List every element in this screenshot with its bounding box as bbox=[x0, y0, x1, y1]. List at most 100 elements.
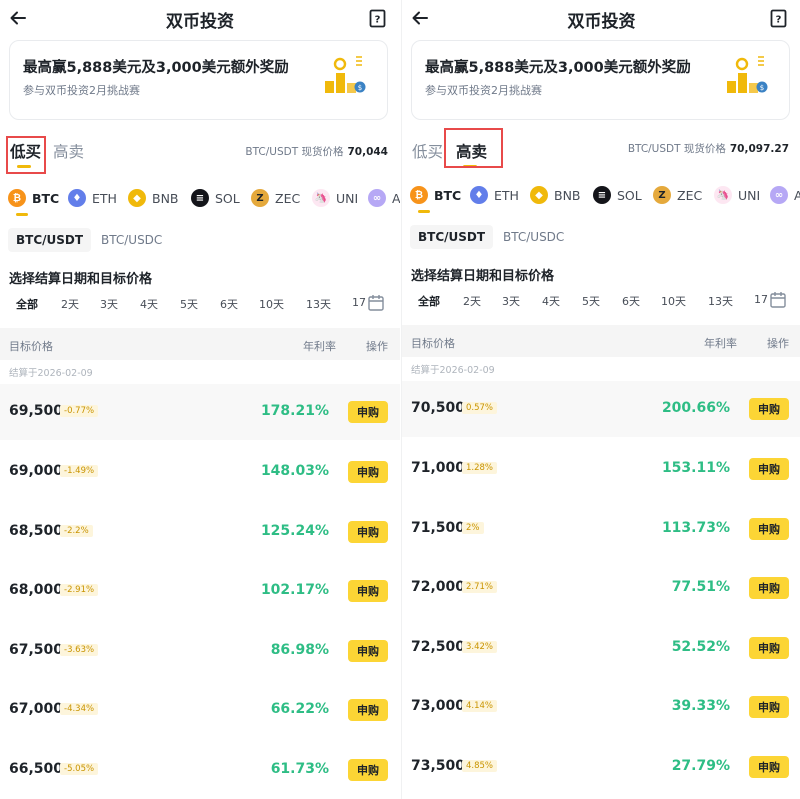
subscribe-button[interactable]: 申购 bbox=[749, 518, 789, 540]
day-filter-17[interactable]: 17 bbox=[352, 296, 366, 309]
coin-uni[interactable]: 🦄 UNI bbox=[312, 186, 358, 210]
day-filter-3[interactable]: 3天 bbox=[502, 293, 520, 309]
subscribe-button[interactable]: 申购 bbox=[749, 637, 789, 659]
day-filter-6[interactable]: 6天 bbox=[220, 296, 238, 312]
table-row[interactable]: 71,500 2% 113.73% 申购 bbox=[402, 501, 800, 557]
coin-sol[interactable]: ≡ SOL bbox=[593, 183, 642, 207]
day-filter-2[interactable]: 2天 bbox=[61, 296, 79, 312]
subscribe-button[interactable]: 申购 bbox=[749, 398, 789, 420]
coin-label: ETH bbox=[92, 190, 117, 206]
price-diff-badge: 4.14% bbox=[462, 700, 498, 712]
coin-a[interactable]: ∞A bbox=[368, 186, 400, 210]
spot-price: BTC/USDT 现货价格 70,044 bbox=[245, 144, 388, 159]
pair-btc-usdc[interactable]: BTC/USDC bbox=[495, 225, 572, 249]
subscribe-button[interactable]: 申购 bbox=[348, 580, 388, 602]
coin-eth[interactable]: ♦ ETH bbox=[470, 183, 519, 207]
apr-value: 125.24% bbox=[260, 523, 329, 539]
col-action: 操作 bbox=[767, 337, 789, 350]
target-price: 70,500 bbox=[411, 400, 466, 416]
table-row[interactable]: 67,500 -3.63% 86.98% 申购 bbox=[0, 623, 400, 679]
uni-icon: 🦄 bbox=[714, 186, 732, 204]
day-filter-all[interactable]: 全部 bbox=[16, 296, 38, 312]
spot-price-label: BTC/USDT 现货价格 bbox=[245, 146, 344, 158]
price-diff-badge: -5.05% bbox=[60, 763, 99, 775]
coin-bnb[interactable]: ◆ BNB bbox=[128, 186, 179, 210]
price-diff-badge: -3.63% bbox=[60, 644, 99, 656]
day-filter-10[interactable]: 10天 bbox=[259, 296, 284, 312]
table-row[interactable]: 71,000 1.28% 153.11% 申购 bbox=[402, 441, 800, 497]
coin-a[interactable]: ∞A bbox=[770, 183, 800, 207]
day-filter-2[interactable]: 2天 bbox=[463, 293, 481, 309]
table-row[interactable]: 68,000 -2.91% 102.17% 申购 bbox=[0, 563, 400, 619]
coin-label: SOL bbox=[617, 187, 642, 203]
table-row[interactable]: 66,500 -5.05% 61.73% 申购 bbox=[0, 742, 400, 798]
col-target-price: 目标价格 bbox=[9, 340, 53, 353]
subscribe-button[interactable]: 申购 bbox=[749, 696, 789, 718]
section-title: 选择结算日期和目标价格 bbox=[9, 272, 153, 287]
day-filter-4[interactable]: 4天 bbox=[542, 293, 560, 309]
table-header: 目标价格 年利率 操作 bbox=[0, 328, 400, 360]
table-row[interactable]: 72,500 3.42% 52.52% 申购 bbox=[402, 620, 800, 676]
btc-icon: ₿ bbox=[410, 186, 428, 204]
table-row[interactable]: 67,000 -4.34% 66.22% 申购 bbox=[0, 682, 400, 738]
day-filter-10[interactable]: 10天 bbox=[661, 293, 686, 309]
day-filter-13[interactable]: 13天 bbox=[306, 296, 331, 312]
coin-btc[interactable]: ₿ BTC bbox=[8, 186, 59, 210]
table-row[interactable]: 73,000 4.14% 39.33% 申购 bbox=[402, 679, 800, 735]
col-apr: 年利率 bbox=[704, 337, 737, 350]
target-price: 68,500 bbox=[9, 523, 64, 539]
coin-zec[interactable]: Z ZEC bbox=[251, 186, 300, 210]
day-filter-5[interactable]: 5天 bbox=[582, 293, 600, 309]
table-row[interactable]: 70,500 0.57% 200.66% 申购 bbox=[402, 381, 800, 437]
page-title: 双币投资 bbox=[166, 12, 234, 32]
subscribe-button[interactable]: 申购 bbox=[348, 401, 388, 423]
apr-value: 39.33% bbox=[671, 698, 730, 714]
coin-zec[interactable]: Z ZEC bbox=[653, 183, 702, 207]
table-row[interactable]: 69,000 -1.49% 148.03% 申购 bbox=[0, 444, 400, 500]
table-row[interactable]: 73,500 4.85% 27.79% 申购 bbox=[402, 739, 800, 795]
day-filter-13[interactable]: 13天 bbox=[708, 293, 733, 309]
coin-active-indicator bbox=[16, 213, 28, 216]
target-price: 69,500 bbox=[9, 403, 64, 419]
subscribe-button[interactable]: 申购 bbox=[749, 756, 789, 778]
target-price: 71,500 bbox=[411, 520, 466, 536]
day-filter-6[interactable]: 6天 bbox=[622, 293, 640, 309]
calendar-icon[interactable] bbox=[368, 294, 384, 311]
subscribe-button[interactable]: 申购 bbox=[348, 521, 388, 543]
coin-uni[interactable]: 🦄 UNI bbox=[714, 183, 760, 207]
day-filter-all[interactable]: 全部 bbox=[418, 293, 440, 309]
help-book-icon[interactable]: ? bbox=[369, 9, 386, 28]
banner-subtitle: 参与双币投资2月挑战赛 bbox=[425, 84, 542, 97]
coin-eth[interactable]: ♦ ETH bbox=[68, 186, 117, 210]
tab-sell-high[interactable]: 高卖 bbox=[53, 140, 84, 162]
day-filter-3[interactable]: 3天 bbox=[100, 296, 118, 312]
day-filter-4[interactable]: 4天 bbox=[140, 296, 158, 312]
subscribe-button[interactable]: 申购 bbox=[348, 640, 388, 662]
settlement-day-filter: 全部 2天 3天 4天 5天 6天 10天 13天 17 bbox=[402, 291, 800, 311]
coin-a-icon: ∞ bbox=[368, 189, 386, 207]
promo-banner[interactable]: 最高赢5,888美元及3,000美元额外奖励 参与双币投资2月挑战赛 $ bbox=[411, 40, 790, 120]
highlight-box bbox=[6, 136, 46, 174]
table-row[interactable]: 68,500 -2.2% 125.24% 申购 bbox=[0, 504, 400, 560]
col-target-price: 目标价格 bbox=[411, 337, 455, 350]
day-filter-5[interactable]: 5天 bbox=[180, 296, 198, 312]
promo-banner[interactable]: 最高赢5,888美元及3,000美元额外奖励 参与双币投资2月挑战赛 $ bbox=[9, 40, 388, 120]
coin-bnb[interactable]: ◆ BNB bbox=[530, 183, 581, 207]
pair-btc-usdc[interactable]: BTC/USDC bbox=[93, 228, 170, 252]
subscribe-button[interactable]: 申购 bbox=[348, 461, 388, 483]
subscribe-button[interactable]: 申购 bbox=[348, 759, 388, 781]
table-row[interactable]: 72,000 2.71% 77.51% 申购 bbox=[402, 560, 800, 616]
coin-btc[interactable]: ₿ BTC bbox=[410, 183, 461, 207]
bnb-icon: ◆ bbox=[530, 186, 548, 204]
subscribe-button[interactable]: 申购 bbox=[348, 699, 388, 721]
table-row[interactable]: 69,500 -0.77% 178.21% 申购 bbox=[0, 384, 400, 440]
subscribe-button[interactable]: 申购 bbox=[749, 458, 789, 480]
tab-buy-low[interactable]: 低买 bbox=[412, 140, 443, 162]
coin-sol[interactable]: ≡ SOL bbox=[191, 186, 240, 210]
pair-btc-usdt[interactable]: BTC/USDT bbox=[410, 225, 494, 249]
calendar-icon[interactable] bbox=[770, 291, 786, 308]
day-filter-17[interactable]: 17 bbox=[754, 293, 768, 306]
help-book-icon[interactable]: ? bbox=[770, 9, 787, 28]
pair-btc-usdt[interactable]: BTC/USDT bbox=[8, 228, 92, 252]
subscribe-button[interactable]: 申购 bbox=[749, 577, 789, 599]
